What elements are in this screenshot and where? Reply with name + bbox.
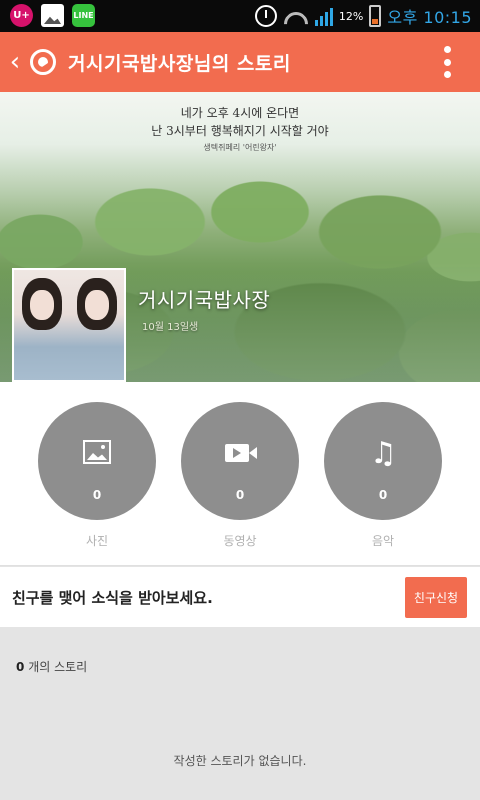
videos-circle[interactable]: 0 [181, 402, 299, 520]
status-bar: U+ LINE 12% 오후 10:15 [0, 0, 480, 32]
story-count: 0 개의 스토리 [16, 658, 87, 675]
profile-avatar[interactable] [12, 268, 126, 382]
media-section: 0 사진 0 동영상 ♫ 0 음악 [0, 382, 480, 566]
friend-request-button[interactable]: 친구신청 [405, 577, 467, 618]
videos-button[interactable]: 0 동영상 [181, 402, 299, 549]
wifi-icon [282, 6, 309, 26]
line-messenger-icon: LINE [72, 4, 95, 27]
friend-prompt-text: 친구를 맺어 소식을 받아보세요. [12, 589, 213, 607]
video-icon [225, 444, 257, 462]
story-count-number: 0 [16, 660, 25, 674]
profile-birthday: 10월 13일생 [142, 322, 199, 333]
overflow-menu-icon[interactable] [444, 46, 452, 78]
cover-image[interactable]: 네가 오후 4시에 온다면 난 3시부터 행복해지기 시작할 거야 생텍쥐페리 … [0, 92, 480, 382]
music-note-icon: ♫ [370, 436, 397, 471]
notification-icons: U+ LINE [10, 4, 95, 27]
system-indicators: 12% 오후 10:15 [254, 4, 472, 28]
videos-label: 동영상 [223, 534, 257, 548]
photos-count: 0 [92, 488, 102, 502]
videos-count: 0 [235, 488, 245, 502]
kakaostory-logo-icon[interactable] [30, 49, 56, 75]
page-title: 거시기국밥사장님의 스토리 [68, 52, 291, 75]
battery-percent: 12% [338, 9, 364, 23]
music-count: 0 [378, 488, 388, 502]
music-label: 음악 [371, 534, 395, 548]
profile-name: 거시기국밥사장 [138, 288, 271, 312]
empty-story-message: 작성한 스토리가 없습니다. [173, 754, 307, 768]
cover-quote-line2: 난 3시부터 행복해지기 시작할 거야 [151, 124, 329, 138]
story-section: 0 개의 스토리 작성한 스토리가 없습니다. [0, 627, 480, 800]
cover-quote-source: 생텍쥐페리 '어린왕자' [203, 143, 277, 152]
clock: 오후 10:15 [387, 8, 472, 27]
music-circle[interactable]: ♫ 0 [324, 402, 442, 520]
gallery-icon [41, 4, 64, 27]
friend-request-bar: 친구를 맺어 소식을 받아보세요. 친구신청 [0, 567, 480, 627]
alarm-icon [254, 5, 277, 27]
photos-label: 사진 [85, 534, 109, 548]
photos-circle[interactable]: 0 [38, 402, 156, 520]
app-bar: ‹ 거시기국밥사장님의 스토리 [0, 32, 480, 92]
music-button[interactable]: ♫ 0 음악 [324, 402, 442, 549]
signal-icon [314, 6, 333, 26]
battery-icon [369, 5, 382, 27]
cover-quote-line1: 네가 오후 4시에 온다면 [180, 106, 300, 120]
back-chevron-icon[interactable]: ‹ [2, 32, 28, 92]
photo-icon [83, 440, 111, 464]
uplus-icon: U+ [10, 4, 33, 27]
story-count-suffix: 개의 스토리 [28, 660, 88, 674]
photos-button[interactable]: 0 사진 [38, 402, 156, 549]
